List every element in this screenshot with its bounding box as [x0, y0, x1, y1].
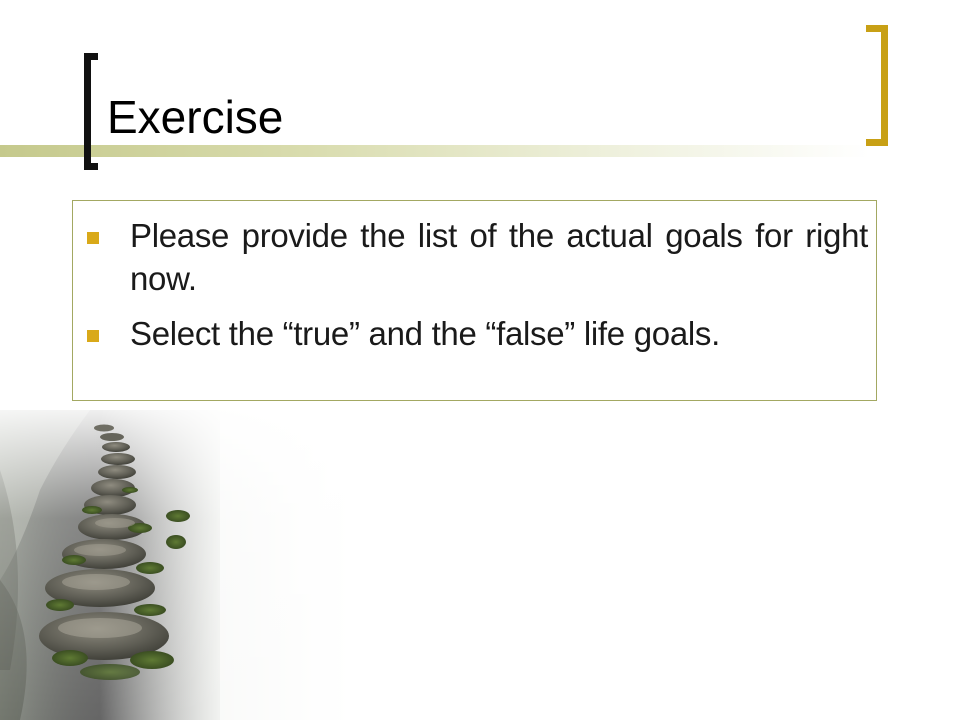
- slide-title: Exercise: [107, 91, 284, 143]
- title-underline-band: [0, 145, 870, 157]
- bullet-item: Select the “true” and the “false” life g…: [73, 312, 876, 355]
- slide: Exercise Please provide the list of the …: [0, 0, 960, 720]
- bullet-item: Please provide the list of the actual go…: [73, 214, 876, 300]
- content-box: Please provide the list of the actual go…: [72, 200, 877, 401]
- left-bracket-decoration: [84, 53, 98, 170]
- bullet-text: Please provide the list of the actual go…: [130, 217, 868, 297]
- bullet-list: Please provide the list of the actual go…: [73, 214, 876, 367]
- bullet-text: Select the “true” and the “false” life g…: [130, 315, 720, 352]
- right-bracket-decoration: [866, 25, 888, 146]
- stepping-stones-image: [0, 410, 400, 720]
- square-bullet-icon: [87, 330, 99, 342]
- square-bullet-icon: [87, 232, 99, 244]
